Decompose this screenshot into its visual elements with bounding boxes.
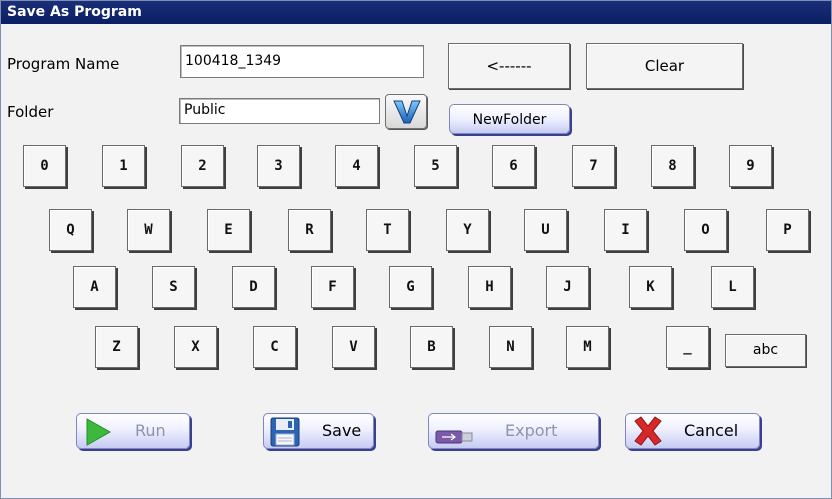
key-l[interactable]: L — [711, 266, 754, 308]
new-folder-button[interactable]: NewFolder — [449, 104, 570, 134]
run-label: Run — [135, 421, 166, 440]
key-7[interactable]: 7 — [572, 145, 615, 187]
key-v[interactable]: V — [332, 326, 375, 368]
key-1[interactable]: 1 — [102, 145, 145, 187]
key-a[interactable]: A — [73, 266, 116, 308]
key-d[interactable]: D — [232, 266, 275, 308]
key-underscore[interactable]: _ — [666, 326, 709, 368]
program-name-input[interactable]: 100418_1349 — [180, 45, 424, 78]
key-w[interactable]: W — [127, 209, 170, 251]
key-8[interactable]: 8 — [651, 145, 694, 187]
key-f[interactable]: F — [311, 266, 354, 308]
key-b[interactable]: B — [410, 326, 453, 368]
key-6[interactable]: 6 — [492, 145, 535, 187]
key-5[interactable]: 5 — [414, 145, 457, 187]
folder-label: Folder — [7, 103, 54, 121]
key-k[interactable]: K — [629, 266, 672, 308]
run-button[interactable]: Run — [76, 413, 190, 449]
save-label: Save — [322, 421, 362, 440]
folder-field[interactable]: Public — [179, 98, 380, 124]
key-e[interactable]: E — [207, 209, 250, 251]
key-z[interactable]: Z — [95, 326, 138, 368]
key-r[interactable]: R — [288, 209, 331, 251]
save-as-program-dialog: Save As Program Program Name 100418_1349… — [0, 0, 832, 499]
key-h[interactable]: H — [468, 266, 511, 308]
cancel-label: Cancel — [684, 421, 739, 440]
key-2[interactable]: 2 — [181, 145, 224, 187]
key-o[interactable]: O — [684, 209, 727, 251]
key-s[interactable]: S — [152, 266, 195, 308]
cancel-button[interactable]: Cancel — [625, 413, 760, 449]
program-name-label: Program Name — [7, 55, 120, 73]
key-c[interactable]: C — [253, 326, 296, 368]
save-button[interactable]: Save — [263, 413, 374, 449]
key-y[interactable]: Y — [446, 209, 489, 251]
floppy-disk-icon — [269, 416, 301, 460]
key-3[interactable]: 3 — [257, 145, 300, 187]
red-x-icon — [631, 415, 665, 459]
v-chevron-icon — [392, 99, 422, 129]
key-0[interactable]: 0 — [23, 145, 66, 187]
key-4[interactable]: 4 — [335, 145, 378, 187]
export-button[interactable]: Export — [428, 413, 599, 449]
key-p[interactable]: P — [766, 209, 809, 251]
key-t[interactable]: T — [366, 209, 409, 251]
usb-drive-icon — [435, 423, 475, 457]
key-n[interactable]: N — [489, 326, 532, 368]
key-9[interactable]: 9 — [729, 145, 772, 187]
folder-dropdown-button[interactable] — [385, 94, 427, 129]
key-x[interactable]: X — [174, 326, 217, 368]
dialog-title: Save As Program — [1, 1, 831, 24]
key-g[interactable]: G — [389, 266, 432, 308]
key-m[interactable]: M — [566, 326, 609, 368]
clear-button[interactable]: Clear — [586, 43, 743, 89]
backspace-button[interactable]: <------ — [448, 43, 570, 89]
key-u[interactable]: U — [524, 209, 567, 251]
export-label: Export — [505, 421, 558, 440]
play-icon — [83, 417, 113, 459]
key-q[interactable]: Q — [49, 209, 92, 251]
abc-key[interactable]: abc — [725, 334, 806, 367]
key-j[interactable]: J — [546, 266, 589, 308]
key-i[interactable]: I — [604, 209, 647, 251]
